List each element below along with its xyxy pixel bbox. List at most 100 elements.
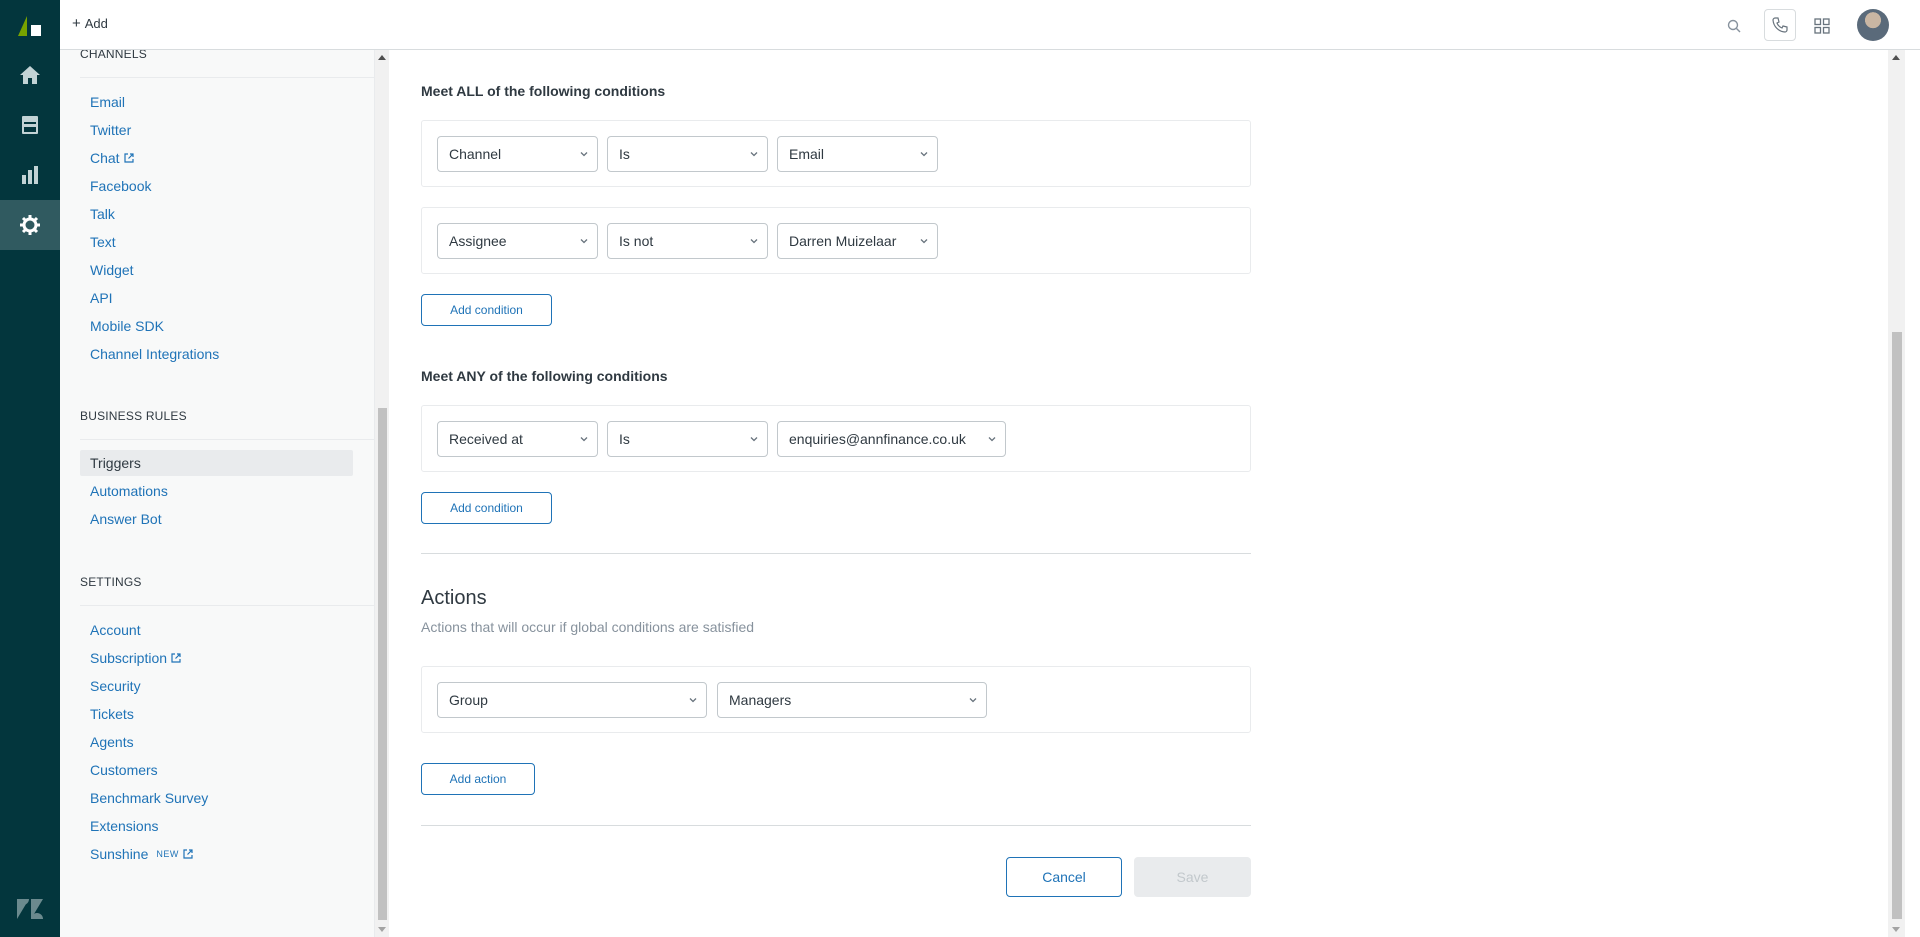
sidebar-item-label: Tickets	[90, 706, 134, 722]
condition-field-select[interactable]: Assignee	[437, 223, 598, 259]
conditions-any-title: Meet ANY of the following conditions	[421, 368, 668, 384]
sidebar-item-label: API	[90, 290, 113, 306]
divider	[80, 605, 374, 606]
scroll-down-arrow-icon[interactable]	[1892, 927, 1900, 932]
chevron-down-icon	[988, 437, 996, 442]
trigger-editor: Meet ALL of the following conditions Cha…	[390, 50, 1885, 937]
sidebar-item-text[interactable]: Text	[80, 229, 353, 255]
sidebar-item-talk[interactable]: Talk	[80, 201, 353, 227]
sidebar-item-email[interactable]: Email	[80, 89, 353, 115]
condition-value-select[interactable]: Darren Muizelaar	[777, 223, 938, 259]
admin-gear-icon[interactable]	[0, 200, 60, 250]
chevron-down-icon	[920, 152, 928, 157]
add-button-label: Add	[84, 16, 108, 31]
chevron-down-icon	[580, 239, 588, 244]
sidebar-item-label: Talk	[90, 206, 115, 222]
add-condition-all-button[interactable]: Add condition	[421, 294, 552, 326]
sidebar-item-mobile-sdk[interactable]: Mobile SDK	[80, 313, 353, 339]
condition-value-select[interactable]: Email	[777, 136, 938, 172]
condition-value-select[interactable]: enquiries@annfinance.co.uk	[777, 421, 1006, 457]
sidebar-item-widget[interactable]: Widget	[80, 257, 353, 283]
admin-sidebar: CHANNELS Email Twitter Chat Facebook Talk Tex…	[60, 50, 374, 937]
sidebar-item-answer-bot[interactable]: Answer Bot	[80, 506, 353, 532]
select-value: Received at	[449, 431, 523, 447]
condition-operator-select[interactable]: Is	[607, 136, 768, 172]
home-icon[interactable]	[0, 50, 60, 100]
main-scrollbar[interactable]	[1888, 50, 1905, 937]
actions-subtitle: Actions that will occur if global condit…	[421, 619, 755, 635]
channels-section-title: CHANNELS	[80, 50, 147, 61]
sidebar-item-channel-integrations[interactable]: Channel Integrations	[80, 341, 353, 367]
select-value: Is not	[619, 233, 654, 249]
save-button[interactable]: Save	[1134, 857, 1251, 897]
condition-row: Received at Is enquiries@annfinance.co.u…	[421, 405, 1251, 472]
chevron-down-icon	[689, 698, 697, 703]
scroll-up-arrow-icon[interactable]	[378, 55, 386, 60]
cancel-button[interactable]: Cancel	[1006, 857, 1122, 897]
sidebar-item-label: Customers	[90, 762, 158, 778]
sidebar-item-triggers[interactable]: Triggers	[80, 450, 353, 476]
condition-field-select[interactable]: Channel	[437, 136, 598, 172]
scrollbar-thumb[interactable]	[378, 408, 387, 920]
sidebar-item-benchmark-survey[interactable]: Benchmark Survey	[80, 785, 353, 811]
chevron-down-icon	[750, 239, 758, 244]
add-button[interactable]: + Add	[72, 16, 108, 31]
add-condition-any-button[interactable]: Add condition	[421, 492, 552, 524]
sidebar-item-chat[interactable]: Chat	[80, 145, 353, 171]
external-link-icon	[123, 153, 134, 163]
views-icon[interactable]	[0, 100, 60, 150]
sidebar-item-label: Account	[90, 622, 141, 638]
sidebar-item-sunshine[interactable]: Sunshine NEW	[80, 841, 353, 867]
top-bar: + Add	[60, 0, 1920, 50]
plus-icon: +	[72, 15, 81, 32]
chevron-down-icon	[750, 152, 758, 157]
sidebar-item-extensions[interactable]: Extensions	[80, 813, 353, 839]
sidebar-item-label: Answer Bot	[90, 511, 162, 527]
search-icon[interactable]	[1721, 13, 1747, 39]
divider	[80, 439, 374, 440]
condition-row: Channel Is Email	[421, 120, 1251, 187]
product-logo-icon[interactable]	[16, 12, 44, 38]
conditions-all-title: Meet ALL of the following conditions	[421, 83, 666, 99]
external-link-icon	[171, 653, 181, 663]
sidebar-item-facebook[interactable]: Facebook	[80, 173, 353, 199]
sidebar-item-label: Twitter	[90, 122, 132, 138]
sidebar-item-security[interactable]: Security	[80, 673, 353, 699]
sidebar-item-label: Benchmark Survey	[90, 790, 209, 806]
select-value: Assignee	[449, 233, 507, 249]
avatar[interactable]	[1857, 9, 1889, 41]
reporting-icon[interactable]	[0, 150, 60, 200]
sidebar-item-twitter[interactable]: Twitter	[80, 117, 353, 143]
chevron-down-icon	[750, 437, 758, 442]
sidebar-item-agents[interactable]: Agents	[80, 729, 353, 755]
sidebar-item-tickets[interactable]: Tickets	[80, 701, 353, 727]
phone-icon[interactable]	[1764, 9, 1796, 41]
product-rail	[0, 0, 60, 937]
condition-operator-select[interactable]: Is	[607, 421, 768, 457]
settings-section-title: SETTINGS	[80, 575, 142, 589]
select-value: Channel	[449, 146, 502, 162]
scroll-up-arrow-icon[interactable]	[1892, 55, 1900, 60]
add-action-button[interactable]: Add action	[421, 763, 535, 795]
new-badge: NEW	[156, 849, 179, 859]
sidebar-item-label: Text	[90, 234, 116, 250]
condition-field-select[interactable]: Received at	[437, 421, 598, 457]
condition-row: Assignee Is not Darren Muizelaar	[421, 207, 1251, 274]
apps-grid-icon[interactable]	[1809, 13, 1835, 39]
sidebar-item-customers[interactable]: Customers	[80, 757, 353, 783]
sidebar-item-api[interactable]: API	[80, 285, 353, 311]
sidebar-item-subscription[interactable]: Subscription	[80, 645, 353, 671]
action-value-select[interactable]: Managers	[717, 682, 987, 718]
sidebar-item-account[interactable]: Account	[80, 617, 353, 643]
actions-title: Actions	[421, 587, 487, 609]
select-value: Managers	[729, 692, 792, 708]
scrollbar-thumb[interactable]	[1892, 332, 1902, 919]
action-field-select[interactable]: Group	[437, 682, 707, 718]
sidebar-scrollbar[interactable]	[374, 50, 389, 937]
business-rules-section-title: BUSINESS RULES	[80, 409, 187, 423]
scroll-down-arrow-icon[interactable]	[378, 927, 386, 932]
external-link-icon	[183, 849, 193, 859]
sidebar-item-automations[interactable]: Automations	[80, 478, 353, 504]
condition-operator-select[interactable]: Is not	[607, 223, 768, 259]
select-value: Group	[449, 692, 488, 708]
